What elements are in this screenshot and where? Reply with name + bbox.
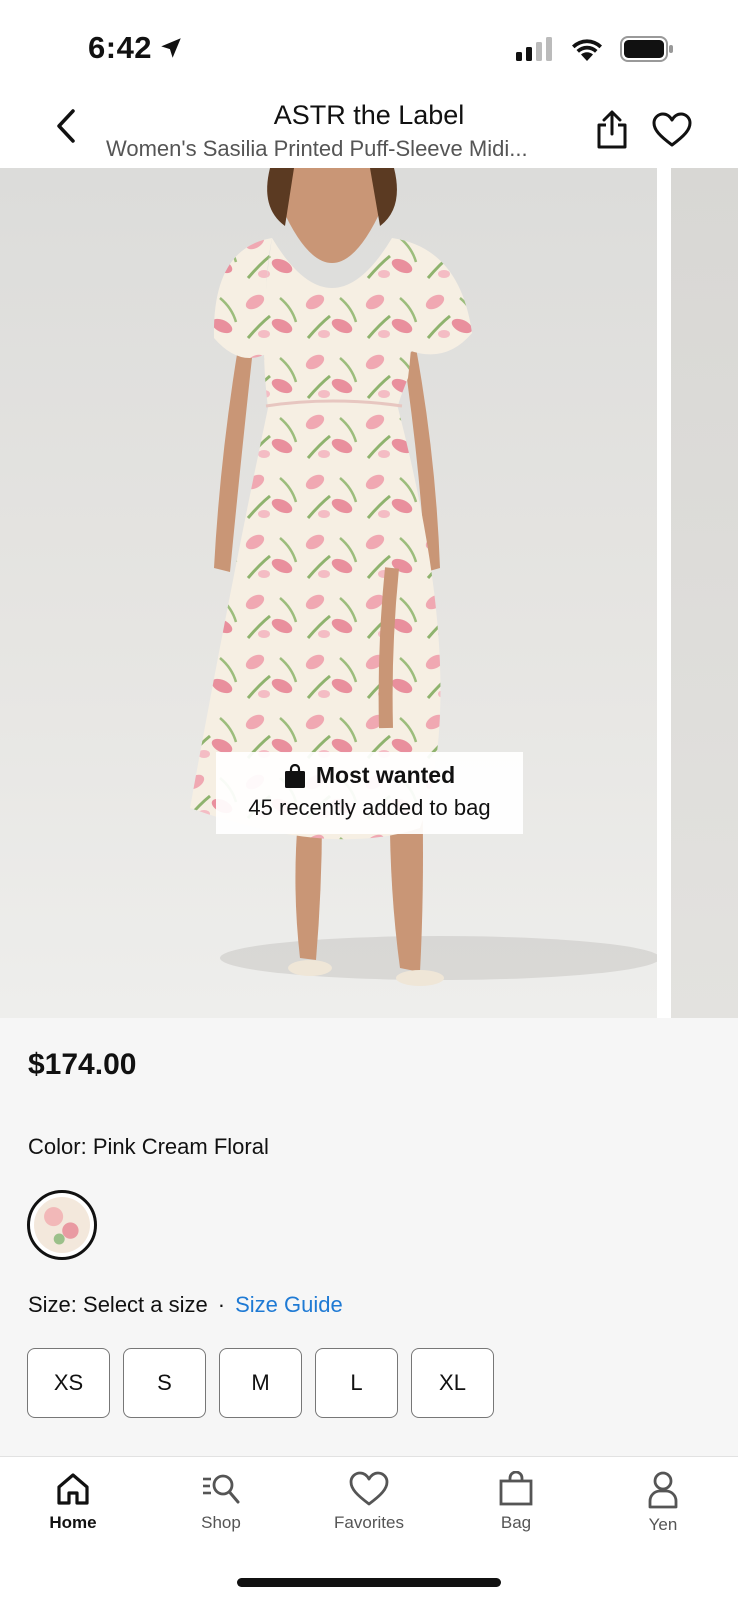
bag-icon [499, 1471, 533, 1506]
tab-favorites[interactable]: Favorites [314, 1471, 424, 1533]
cellular-signal-icon [516, 37, 552, 61]
size-guide-link[interactable]: Size Guide [235, 1292, 343, 1318]
home-indicator[interactable] [237, 1578, 501, 1587]
product-image[interactable]: Most wanted 45 recently added to bag [0, 168, 657, 1018]
size-option-xl[interactable]: XL [411, 1348, 494, 1418]
separator-dot: · [217, 1292, 226, 1317]
heart-icon [349, 1471, 389, 1506]
tab-label: Bag [500, 1513, 532, 1532]
battery-icon [620, 36, 673, 62]
size-options: XS S M L XL [27, 1348, 494, 1418]
color-label: Color: [28, 1134, 87, 1159]
tab-home[interactable]: Home [18, 1471, 128, 1533]
color-value: Pink Cream Floral [92, 1134, 269, 1159]
product-name: Women's Sasilia Printed Puff-Sleeve Midi… [106, 136, 528, 161]
tab-label: Home [49, 1513, 97, 1532]
color-swatch-selected[interactable] [27, 1190, 97, 1260]
favorite-button[interactable] [650, 108, 694, 152]
badge-title: Most wanted [315, 762, 456, 788]
tab-profile[interactable]: Yen [608, 1471, 718, 1535]
badge-subtitle: 45 recently added to bag [248, 795, 491, 820]
dress-illustration [190, 168, 657, 986]
clock-text: 6:42 [88, 30, 153, 65]
color-line: Color: Pink Cream Floral [28, 1134, 269, 1160]
size-option-m[interactable]: M [219, 1348, 302, 1418]
status-bar: 6:42 [0, 0, 738, 92]
profile-icon [648, 1471, 678, 1509]
size-option-l[interactable]: L [315, 1348, 398, 1418]
tab-bag[interactable]: Bag [461, 1471, 571, 1533]
share-icon [597, 110, 627, 149]
price: $174.00 [28, 1048, 137, 1081]
product-details: $174.00 Color: Pink Cream Floral Size: S… [0, 1018, 738, 1456]
tab-shop[interactable]: Shop [166, 1471, 276, 1533]
heart-icon [652, 112, 692, 147]
tab-label: Yen [648, 1515, 678, 1534]
tab-label: Favorites [334, 1513, 404, 1532]
size-label: Size: Select a size [28, 1292, 208, 1317]
size-option-xs[interactable]: XS [27, 1348, 110, 1418]
swatch-image [34, 1197, 90, 1253]
next-product-image-peek[interactable] [671, 168, 738, 1018]
status-time: 6:42 [88, 30, 184, 66]
size-option-s[interactable]: S [123, 1348, 206, 1418]
shopping-bag-icon [284, 763, 305, 788]
search-icon [203, 1474, 240, 1504]
wifi-icon [572, 39, 602, 61]
most-wanted-badge: Most wanted 45 recently added to bag [216, 752, 523, 834]
size-line: Size: Select a size · Size Guide [28, 1292, 343, 1318]
location-arrow-icon [161, 38, 181, 58]
status-icons [516, 36, 674, 62]
tab-label: Shop [201, 1513, 241, 1532]
image-carousel[interactable]: Most wanted 45 recently added to bag [0, 168, 738, 1018]
share-button[interactable] [592, 108, 632, 152]
product-header: ASTR the Label Women's Sasilia Printed P… [0, 92, 738, 168]
home-icon [57, 1473, 89, 1505]
